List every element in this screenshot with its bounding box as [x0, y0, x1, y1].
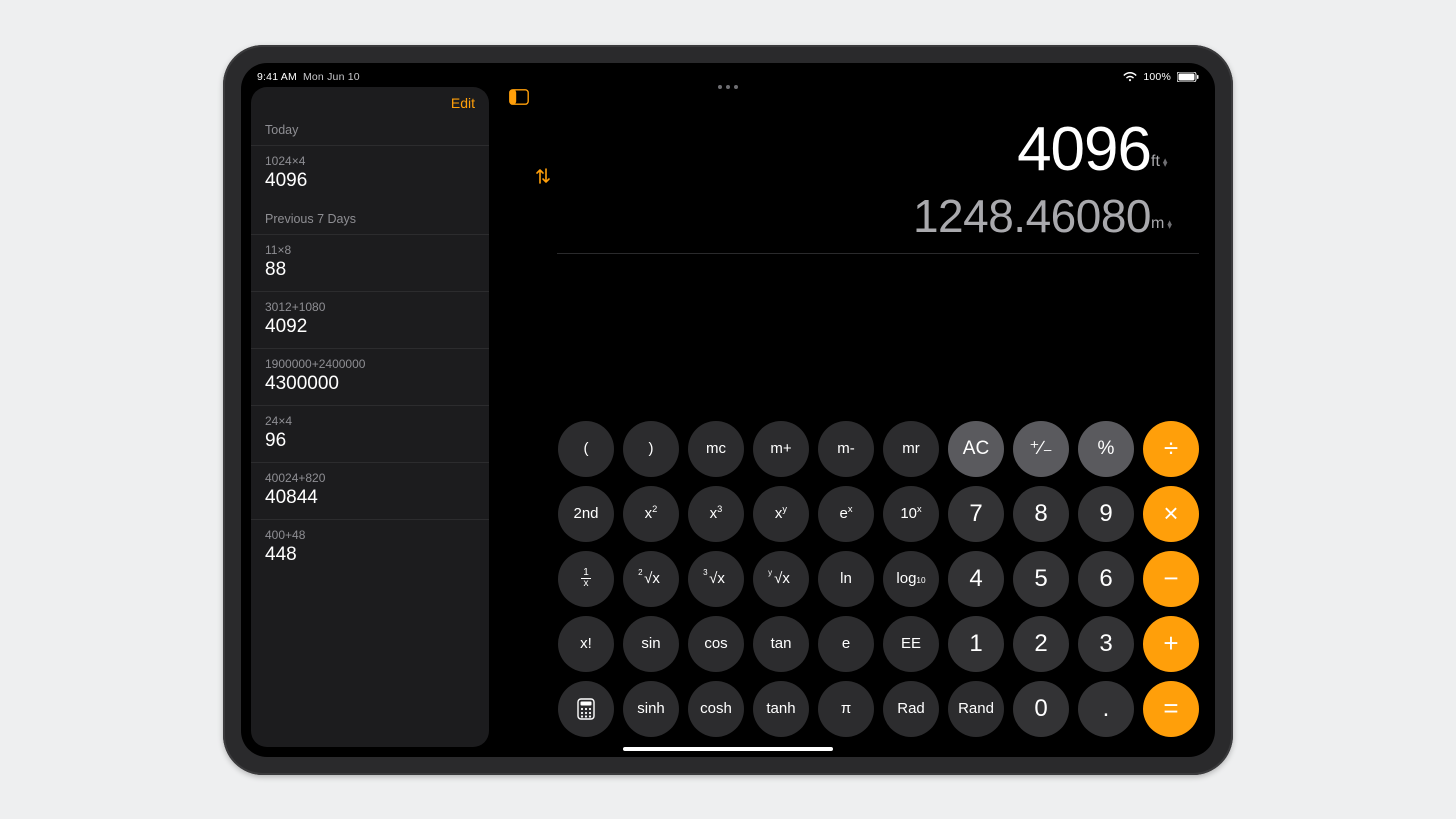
key-6[interactable]: 6 — [1078, 551, 1134, 607]
history-result: 4096 — [265, 170, 475, 192]
display-area: 4096 ft ▴▾ 1248.46080 — [505, 113, 1205, 266]
history-item[interactable]: 400+48 448 — [251, 519, 489, 576]
key-tanh[interactable]: tanh — [753, 681, 809, 737]
history-result: 448 — [265, 544, 475, 566]
history-expression: 11×8 — [265, 243, 475, 257]
key-reciprocal[interactable]: 1x — [558, 551, 614, 607]
key-mminus[interactable]: m- — [818, 421, 874, 477]
history-expression: 3012+1080 — [265, 300, 475, 314]
key-yroot[interactable]: y√x — [753, 551, 809, 607]
history-expression: 1900000+2400000 — [265, 357, 475, 371]
key-divide[interactable]: ÷ — [1143, 421, 1199, 477]
history-item[interactable]: 40024+820 40844 — [251, 462, 489, 519]
sidebar-toggle-icon[interactable] — [509, 89, 529, 110]
calculator-main: 4096 ft ▴▾ 1248.46080 — [505, 87, 1205, 747]
secondary-unit-label: m — [1151, 215, 1164, 233]
ipad-frame: 9:41 AM Mon Jun 10 100% Edit — [223, 45, 1233, 775]
key-pi[interactable]: π — [818, 681, 874, 737]
wifi-icon — [1123, 72, 1137, 82]
history-expression: 24×4 — [265, 414, 475, 428]
history-result: 96 — [265, 430, 475, 452]
key-7[interactable]: 7 — [948, 486, 1004, 542]
history-item[interactable]: 3012+1080 4092 — [251, 291, 489, 348]
swap-units-icon[interactable] — [535, 167, 557, 190]
key-ac[interactable]: AC — [948, 421, 1004, 477]
key-sqrt[interactable]: 2√x — [623, 551, 679, 607]
battery-icon — [1177, 72, 1199, 82]
key-paren-close[interactable]: ) — [623, 421, 679, 477]
key-ex[interactable]: ex — [818, 486, 874, 542]
key-log10[interactable]: log10 — [883, 551, 939, 607]
key-equals[interactable]: = — [1143, 681, 1199, 737]
keypad: ( ) mc m+ m- mr AC ⁺∕₋ % ÷ 2nd x2 x3 — [505, 415, 1205, 747]
key-9[interactable]: 9 — [1078, 486, 1134, 542]
key-percent[interactable]: % — [1078, 421, 1134, 477]
history-sidebar: Edit Today 1024×4 4096 Previous 7 Days 1… — [251, 87, 489, 747]
key-plus[interactable]: + — [1143, 616, 1199, 672]
key-x3[interactable]: x3 — [688, 486, 744, 542]
history-item[interactable]: 11×8 88 — [251, 234, 489, 291]
key-xy[interactable]: xy — [753, 486, 809, 542]
key-1[interactable]: 1 — [948, 616, 1004, 672]
history-result: 40844 — [265, 487, 475, 509]
history-section-previous: Previous 7 Days — [251, 202, 489, 234]
key-sign[interactable]: ⁺∕₋ — [1013, 421, 1069, 477]
key-5[interactable]: 5 — [1013, 551, 1069, 607]
key-3[interactable]: 3 — [1078, 616, 1134, 672]
key-10x[interactable]: 10x — [883, 486, 939, 542]
key-4[interactable]: 4 — [948, 551, 1004, 607]
key-rad[interactable]: Rad — [883, 681, 939, 737]
key-sin[interactable]: sin — [623, 616, 679, 672]
status-bar: 9:41 AM Mon Jun 10 100% — [241, 63, 1215, 87]
history-item[interactable]: 1900000+2400000 4300000 — [251, 348, 489, 405]
key-calculator-icon[interactable] — [558, 681, 614, 737]
status-date: Mon Jun 10 — [303, 71, 360, 83]
page: 9:41 AM Mon Jun 10 100% Edit — [0, 0, 1456, 819]
key-cos[interactable]: cos — [688, 616, 744, 672]
key-2nd[interactable]: 2nd — [558, 486, 614, 542]
key-multiply[interactable]: × — [1143, 486, 1199, 542]
display-divider — [557, 253, 1199, 254]
key-minus[interactable]: − — [1143, 551, 1199, 607]
key-ln[interactable]: ln — [818, 551, 874, 607]
key-mr[interactable]: mr — [883, 421, 939, 477]
key-cbrt[interactable]: 3√x — [688, 551, 744, 607]
key-8[interactable]: 8 — [1013, 486, 1069, 542]
history-expression: 400+48 — [265, 528, 475, 542]
screen: 9:41 AM Mon Jun 10 100% Edit — [241, 63, 1215, 757]
key-e[interactable]: e — [818, 616, 874, 672]
status-battery-pct: 100% — [1143, 71, 1171, 83]
key-cosh[interactable]: cosh — [688, 681, 744, 737]
secondary-unit-picker[interactable]: m ▴▾ — [1151, 215, 1172, 233]
history-result: 4092 — [265, 316, 475, 338]
history-section-today: Today — [251, 113, 489, 145]
chevron-updown-icon: ▴▾ — [1163, 158, 1168, 166]
key-2[interactable]: 2 — [1013, 616, 1069, 672]
key-ee[interactable]: EE — [883, 616, 939, 672]
key-mc[interactable]: mc — [688, 421, 744, 477]
key-mplus[interactable]: m+ — [753, 421, 809, 477]
secondary-value: 1248.46080 — [913, 190, 1151, 242]
edit-button[interactable]: Edit — [449, 93, 477, 113]
key-factorial[interactable]: x! — [558, 616, 614, 672]
key-x2[interactable]: x2 — [623, 486, 679, 542]
chevron-updown-icon: ▴▾ — [1167, 220, 1172, 228]
key-sinh[interactable]: sinh — [623, 681, 679, 737]
home-indicator[interactable] — [623, 747, 833, 751]
status-time: 9:41 AM — [257, 71, 297, 83]
key-rand[interactable]: Rand — [948, 681, 1004, 737]
history-result: 88 — [265, 259, 475, 281]
history-item[interactable]: 24×4 96 — [251, 405, 489, 462]
key-decimal[interactable]: . — [1078, 681, 1134, 737]
primary-unit-picker[interactable]: ft ▴▾ — [1151, 153, 1167, 171]
history-expression: 1024×4 — [265, 154, 475, 168]
history-expression: 40024+820 — [265, 471, 475, 485]
history-item[interactable]: 1024×4 4096 — [251, 145, 489, 202]
primary-unit-label: ft — [1151, 153, 1160, 171]
key-paren-open[interactable]: ( — [558, 421, 614, 477]
key-tan[interactable]: tan — [753, 616, 809, 672]
primary-value: 4096 — [1017, 115, 1151, 184]
key-0[interactable]: 0 — [1013, 681, 1069, 737]
history-result: 4300000 — [265, 373, 475, 395]
